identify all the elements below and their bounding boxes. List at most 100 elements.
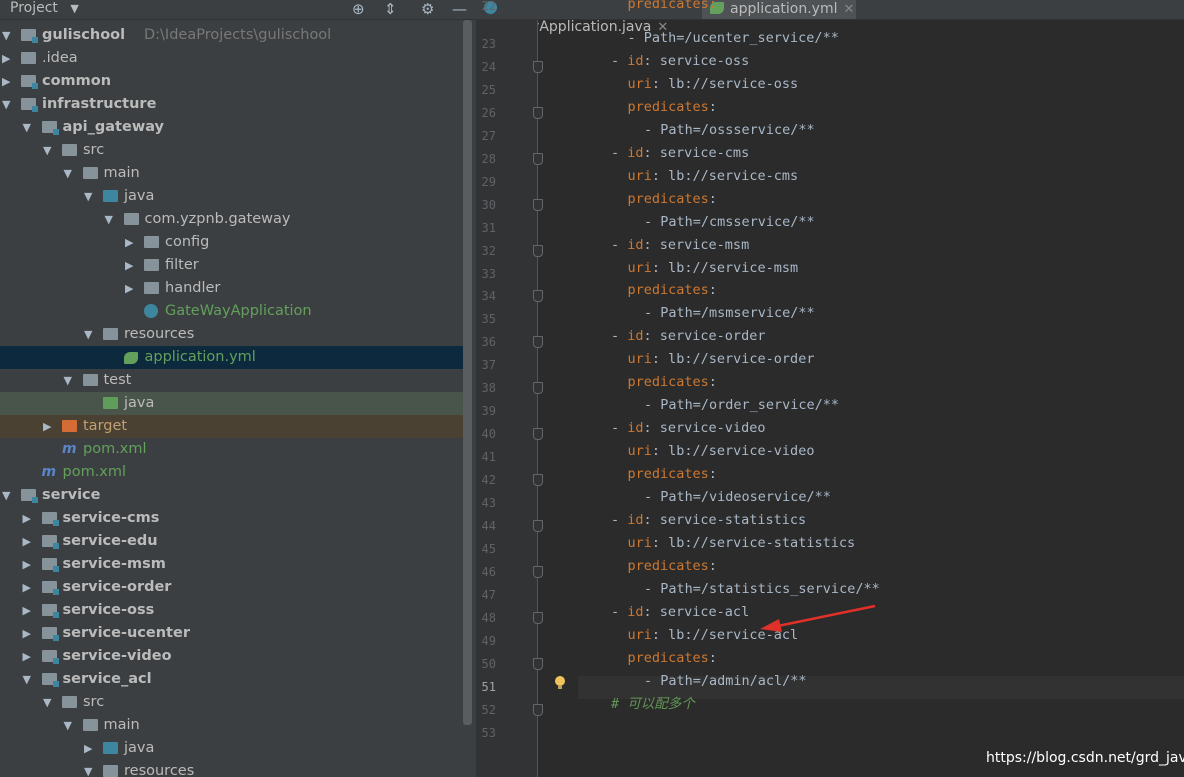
module-marker-icon: [52, 681, 59, 687]
tree-item[interactable]: ▼ gulischool D:\IdeaProjects\gulischool: [0, 24, 463, 47]
project-scrollbar[interactable]: [463, 20, 472, 725]
expand-arrow-right-icon[interactable]: ▶: [23, 530, 35, 553]
fold-marker-icon[interactable]: [533, 382, 543, 395]
tree-item[interactable]: ▼ api_gateway: [0, 116, 463, 139]
code-line: predicates:: [628, 96, 717, 119]
expand-arrow-down-icon[interactable]: ▼: [84, 760, 96, 777]
expand-arrow-right-icon[interactable]: ▶: [23, 645, 35, 668]
expand-arrow-right-icon[interactable]: ▶: [125, 277, 137, 300]
tree-item[interactable]: ▶ service-ucenter: [0, 622, 463, 645]
expand-arrow-right-icon[interactable]: ▶: [2, 70, 14, 93]
expand-arrow-right-icon[interactable]: ▶: [125, 231, 137, 254]
tree-item[interactable]: m pom.xml: [0, 461, 463, 484]
module-folder-icon: [41, 581, 59, 595]
fold-marker-icon[interactable]: [533, 703, 543, 716]
lightbulb-icon[interactable]: [554, 676, 566, 690]
expand-arrow-down-icon[interactable]: ▼: [43, 691, 55, 714]
code-line: predicates:: [628, 0, 717, 16]
tab-application-yml[interactable]: application.yml ✕: [702, 0, 856, 19]
expand-arrow-right-icon[interactable]: ▶: [84, 737, 96, 760]
tree-item[interactable]: ▶ service-msm: [0, 553, 463, 576]
project-view-selector[interactable]: Project ▼: [10, 0, 79, 16]
tree-item[interactable]: m pom.xml: [0, 438, 463, 461]
expand-arrow-right-icon[interactable]: ▶: [2, 47, 14, 70]
tree-item[interactable]: ▶ target: [0, 415, 463, 438]
expand-arrow-right-icon[interactable]: ▶: [23, 576, 35, 599]
tree-item[interactable]: ▼ test: [0, 369, 463, 392]
tree-item[interactable]: ▶ service-order: [0, 576, 463, 599]
tree-item[interactable]: ▼ service_acl: [0, 668, 463, 691]
expand-arrow-down-icon[interactable]: ▼: [64, 162, 76, 185]
fold-marker-icon[interactable]: [533, 428, 543, 441]
minimize-icon[interactable]: —: [452, 0, 467, 18]
tree-item-label: src: [83, 694, 105, 710]
fold-marker-icon[interactable]: [533, 519, 543, 532]
expand-arrow-down-icon[interactable]: ▼: [23, 116, 35, 139]
fold-marker-icon[interactable]: [533, 60, 543, 73]
tree-item[interactable]: GateWayApplication: [0, 300, 463, 323]
expand-arrow-down-icon[interactable]: ▼: [23, 668, 35, 691]
tree-item[interactable]: ▼ infrastructure: [0, 93, 463, 116]
expand-arrow-down-icon[interactable]: ▼: [84, 185, 96, 208]
fold-marker-icon[interactable]: [533, 198, 543, 211]
fold-marker-icon[interactable]: [533, 152, 543, 165]
yaml-comment: # 可以配多个: [611, 695, 695, 712]
tree-item-label: resources: [124, 763, 195, 777]
expand-arrow-down-icon[interactable]: ▼: [2, 24, 14, 47]
tree-item[interactable]: ▶ service-video: [0, 645, 463, 668]
line-number: 44: [481, 518, 496, 533]
tree-item[interactable]: ▼ src: [0, 691, 463, 714]
fold-marker-icon[interactable]: [533, 657, 543, 670]
tree-item-label: application.yml: [144, 349, 256, 365]
tree-item[interactable]: ▶ service-edu: [0, 530, 463, 553]
fold-marker-icon[interactable]: [533, 290, 543, 303]
expand-arrow-right-icon[interactable]: ▶: [125, 254, 137, 277]
tree-item[interactable]: ▼ resources: [0, 760, 463, 777]
tree-item[interactable]: ▶ common: [0, 70, 463, 93]
expand-arrow-down-icon[interactable]: ▼: [64, 714, 76, 737]
tree-item[interactable]: ▼ main: [0, 714, 463, 737]
tree-item[interactable]: ▼ com.yzpnb.gateway: [0, 208, 463, 231]
tree-item[interactable]: ▶ handler: [0, 277, 463, 300]
fold-marker-icon[interactable]: [533, 336, 543, 349]
tree-item[interactable]: ▼ service: [0, 484, 463, 507]
tree-item[interactable]: ▶ service-cms: [0, 507, 463, 530]
tree-item[interactable]: ▼ main: [0, 162, 463, 185]
fold-marker-icon[interactable]: [533, 244, 543, 257]
tree-item[interactable]: ▼ resources: [0, 323, 463, 346]
expand-arrow-right-icon[interactable]: ▶: [23, 599, 35, 622]
tree-item[interactable]: ▶ filter: [0, 254, 463, 277]
yaml-value: - Path=/msmservice/**: [644, 305, 815, 322]
expand-arrow-right-icon[interactable]: ▶: [23, 553, 35, 576]
tree-item[interactable]: ▼ java: [0, 185, 463, 208]
fold-marker-icon[interactable]: [533, 474, 543, 487]
tree-item[interactable]: ▶ java: [0, 737, 463, 760]
expand-arrow-down-icon[interactable]: ▼: [43, 139, 55, 162]
close-icon[interactable]: ✕: [844, 2, 855, 17]
tree-item[interactable]: java: [0, 392, 463, 415]
expand-arrow-down-icon[interactable]: ▼: [2, 484, 14, 507]
collapse-icon[interactable]: ⇕: [384, 0, 397, 18]
fold-marker-icon[interactable]: [533, 106, 543, 119]
expand-arrow-right-icon[interactable]: ▶: [23, 507, 35, 530]
tree-item[interactable]: application.yml: [0, 346, 463, 369]
expand-arrow-down-icon[interactable]: ▼: [64, 369, 76, 392]
tree-item[interactable]: ▶ service-oss: [0, 599, 463, 622]
expand-arrow-down-icon[interactable]: ▼: [2, 93, 14, 116]
tree-item-label: src: [83, 142, 105, 158]
fold-marker-icon[interactable]: [533, 565, 543, 578]
expand-arrow-down-icon[interactable]: ▼: [105, 208, 117, 231]
expand-arrow-right-icon[interactable]: ▶: [23, 622, 35, 645]
tree-item-label: service-cms: [62, 510, 160, 526]
target-icon[interactable]: ⊕: [352, 0, 365, 18]
tree-item[interactable]: ▼ src: [0, 139, 463, 162]
tree-item-label: resources: [124, 326, 195, 342]
tree-item[interactable]: ▶ .idea: [0, 47, 463, 70]
tree-item[interactable]: ▶ config: [0, 231, 463, 254]
fold-marker-icon[interactable]: [533, 611, 543, 624]
module-marker-icon: [32, 497, 38, 503]
line-number: 53: [481, 725, 496, 740]
expand-arrow-down-icon[interactable]: ▼: [84, 323, 96, 346]
gear-icon[interactable]: ⚙: [421, 0, 434, 18]
expand-arrow-right-icon[interactable]: ▶: [43, 415, 55, 438]
